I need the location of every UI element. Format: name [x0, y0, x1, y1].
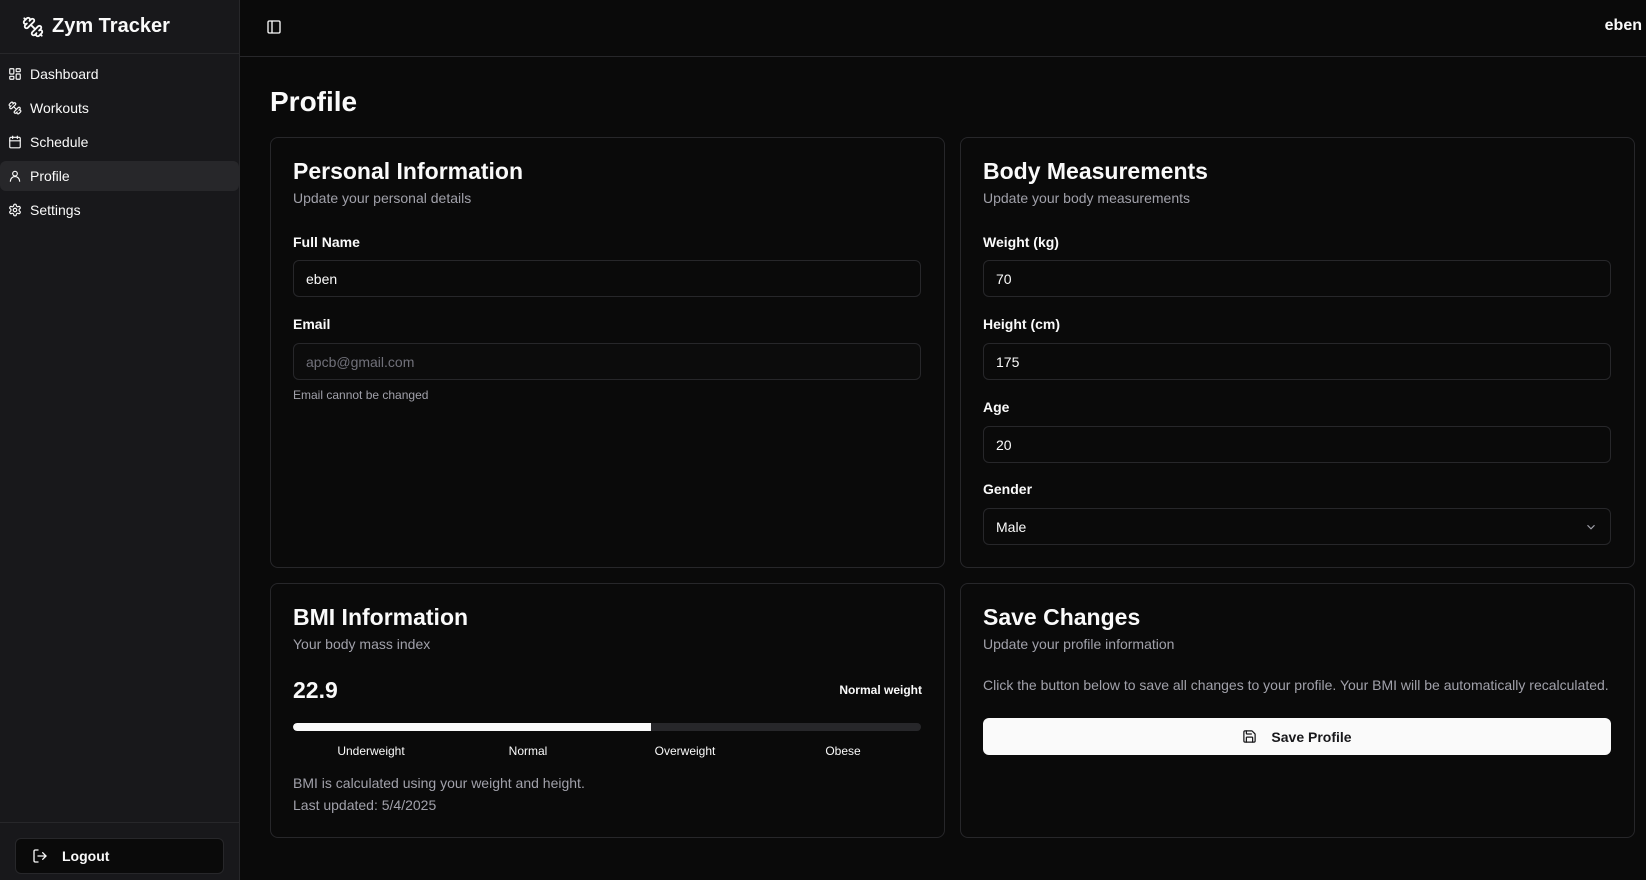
email-hint: Email cannot be changed: [293, 388, 429, 402]
weight-label: Weight (kg): [983, 234, 1059, 250]
weight-input[interactable]: 70: [983, 260, 1611, 297]
height-input[interactable]: 175: [983, 343, 1611, 380]
bmi-note: BMI is calculated using your weight and …: [293, 775, 585, 791]
save-profile-button[interactable]: Save Profile: [983, 718, 1611, 755]
personal-information-card: Personal Information Update your persona…: [270, 137, 945, 568]
sidebar-item-label: Dashboard: [30, 66, 99, 82]
sidebar-item-schedule[interactable]: Schedule: [0, 127, 239, 157]
bmi-scale-label: Underweight: [337, 744, 405, 758]
save-icon: [1243, 730, 1257, 743]
bmi-value: 22.9: [293, 677, 338, 703]
bmi-scale-label: Overweight: [654, 744, 716, 758]
sidebar-footer: Logout: [0, 822, 240, 880]
logout-label: Logout: [62, 848, 110, 864]
bmi-last-updated: Last updated: 5/4/2025: [293, 797, 437, 813]
user-name[interactable]: eben: [1605, 17, 1642, 35]
sidebar-toggle-button[interactable]: [266, 19, 282, 35]
calendar-icon: [9, 135, 21, 149]
full-name-input[interactable]: eben: [293, 260, 921, 297]
sidebar-item-label: Settings: [30, 202, 81, 218]
age-label: Age: [983, 399, 1010, 415]
gender-select[interactable]: Male: [983, 508, 1611, 545]
page-title: Profile: [270, 86, 358, 117]
card-subtitle: Update your personal details: [293, 190, 472, 206]
card-title: Personal Information: [293, 158, 524, 184]
save-description: Click the button below to save all chang…: [983, 677, 1609, 693]
layout-dashboard-icon: [9, 68, 21, 80]
sidebar-item-dashboard[interactable]: Dashboard: [0, 59, 239, 89]
app-title: Zym Tracker: [52, 15, 170, 37]
card-subtitle: Your body mass index: [293, 636, 431, 652]
email-input: apcb@gmail.com: [293, 343, 921, 380]
gear-icon: [9, 203, 21, 217]
height-label: Height (cm): [983, 316, 1060, 332]
gender-select-value: Male: [996, 518, 1027, 535]
panel-left-icon: [267, 20, 281, 34]
bmi-scale-label: Normal: [508, 744, 548, 758]
topbar: eben: [240, 0, 1646, 57]
bmi-progress-fill: [293, 723, 651, 731]
sidebar: Zym Tracker Dashboard Workouts Schedule …: [0, 0, 240, 880]
sidebar-item-label: Profile: [30, 168, 70, 184]
full-name-label: Full Name: [293, 234, 360, 250]
body-measurements-card: Body Measurements Update your body measu…: [960, 137, 1635, 568]
sidebar-item-profile[interactable]: Profile: [0, 161, 239, 191]
sidebar-item-label: Schedule: [30, 134, 89, 150]
sidebar-item-workouts[interactable]: Workouts: [0, 93, 239, 123]
sidebar-nav: Dashboard Workouts Schedule Profile Sett…: [0, 54, 239, 225]
sidebar-item-settings[interactable]: Settings: [0, 195, 239, 225]
dumbbell-icon: [8, 101, 22, 115]
bmi-information-card: BMI Information Your body mass index 22.…: [270, 583, 945, 838]
save-changes-card: Save Changes Update your profile informa…: [960, 583, 1635, 838]
user-icon: [9, 170, 21, 182]
sidebar-item-label: Workouts: [30, 100, 89, 116]
dumbbell-logo-icon: [22, 16, 44, 37]
email-label: Email: [293, 316, 331, 332]
log-out-icon: [33, 849, 47, 863]
chevron-down-icon: [1587, 524, 1595, 530]
bmi-category: Normal weight: [839, 683, 922, 697]
card-title: Save Changes: [983, 604, 1141, 630]
card-title: Body Measurements: [983, 158, 1208, 184]
age-input[interactable]: 20: [983, 426, 1611, 463]
bmi-scale: Underweight Normal Overweight Obese: [293, 744, 921, 760]
gender-label: Gender: [983, 481, 1033, 497]
card-subtitle: Update your profile information: [983, 636, 1175, 652]
logout-button[interactable]: Logout: [15, 838, 224, 874]
bmi-scale-label: Obese: [825, 744, 861, 758]
save-button-label: Save Profile: [1271, 728, 1352, 745]
card-title: BMI Information: [293, 604, 469, 630]
brand[interactable]: Zym Tracker: [0, 0, 239, 54]
bmi-progress-track: [293, 723, 921, 731]
card-subtitle: Update your body measurements: [983, 190, 1190, 206]
